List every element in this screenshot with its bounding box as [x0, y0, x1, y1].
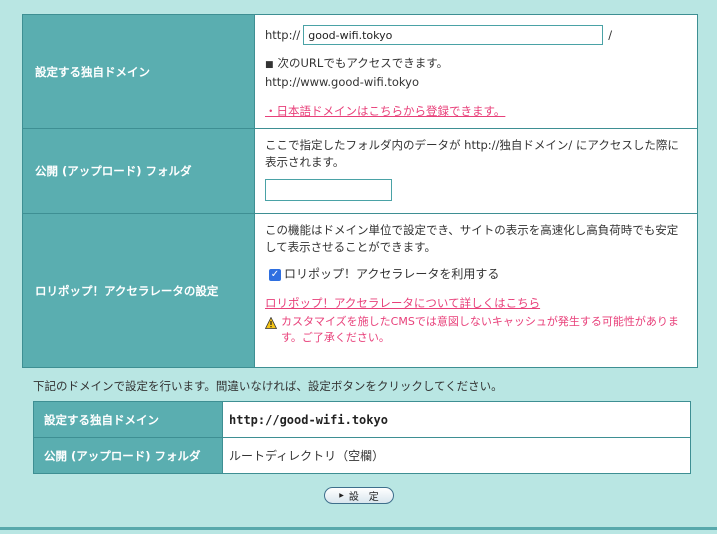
access-url: http://www.good-wifi.tokyo — [265, 75, 420, 89]
confirm-domain-value: http://good-wifi.tokyo — [222, 401, 691, 438]
warning-text: カスタマイズを施したCMSでは意図しないキャッシュが発生する可能性があります。ご… — [281, 315, 679, 344]
domain-prefix: http:// — [265, 27, 301, 42]
square-bullet-icon: ■ — [265, 60, 274, 70]
accelerator-cell: この機能はドメイン単位で設定でき、サイトの表示を高速化し高負荷時でも安定して表示… — [254, 213, 698, 368]
folder-cell: ここで指定したフォルダ内のデータが http://独自ドメイン/ にアクセスした… — [254, 128, 698, 214]
set-button[interactable]: ▶ 設 定 — [324, 487, 394, 504]
domain-suffix: / — [608, 27, 613, 42]
folder-description: ここで指定したフォルダ内のデータが http://独自ドメイン/ にアクセスした… — [265, 138, 679, 169]
folder-row: 公開 (アップロード) フォルダ ここで指定したフォルダ内のデータが http:… — [22, 128, 698, 214]
folder-label: 公開 (アップロード) フォルダ — [22, 128, 255, 214]
accelerator-checkbox-label[interactable]: ロリポップ！アクセラレータを利用する — [284, 266, 499, 283]
confirm-domain-label: 設定する独自ドメイン — [33, 401, 223, 438]
confirm-folder-row: 公開 (アップロード) フォルダ ルートディレクトリ（空欄） — [33, 437, 691, 474]
accelerator-description: この機能はドメイン単位で設定でき、サイトの表示を高速化し高負荷時でも安定して表示… — [265, 223, 679, 254]
confirm-domain-row: 設定する独自ドメイン http://good-wifi.tokyo — [33, 401, 691, 438]
accelerator-label: ロリポップ！アクセラレータの設定 — [22, 213, 255, 368]
accelerator-checkbox-line[interactable]: ✓ ロリポップ！アクセラレータを利用する — [265, 266, 687, 283]
domain-input[interactable] — [303, 25, 604, 45]
domain-input-line: http:// / — [265, 23, 687, 47]
domain-row: 設定する独自ドメイン http:// / ■次のURLでもアクセスできます。 h… — [22, 14, 698, 129]
japanese-domain-link[interactable]: ・日本語ドメインはこちらから登録できます。 — [265, 104, 505, 118]
accelerator-details-link[interactable]: ロリポップ！アクセラレータについて詳しくはこちら — [265, 296, 540, 310]
domain-label: 設定する独自ドメイン — [22, 14, 255, 129]
domain-cell: http:// / ■次のURLでもアクセスできます。 http://www.g… — [254, 14, 698, 129]
accelerator-row: ロリポップ！アクセラレータの設定 この機能はドメイン単位で設定でき、サイトの表示… — [22, 213, 698, 368]
accelerator-warning: カスタマイズを施したCMSでは意図しないキャッシュが発生する可能性があります。ご… — [265, 314, 687, 346]
warning-icon — [265, 317, 277, 329]
bottom-divider — [0, 527, 717, 530]
triangle-right-icon: ▶ — [339, 492, 344, 499]
domain-settings-table: 設定する独自ドメイン http:// / ■次のURLでもアクセスできます。 h… — [22, 14, 698, 368]
accelerator-checkbox[interactable]: ✓ — [269, 268, 281, 281]
set-button-label[interactable]: 設 定 — [349, 488, 379, 503]
confirm-notice: 下記のドメインで設定を行います。間違いなければ、設定ボタンをクリックしてください… — [33, 379, 503, 393]
confirm-folder-label: 公開 (アップロード) フォルダ — [33, 437, 223, 474]
confirm-table: 設定する独自ドメイン http://good-wifi.tokyo 公開 (アッ… — [33, 401, 691, 474]
confirm-folder-value: ルートディレクトリ（空欄） — [222, 437, 691, 474]
access-note: ■ 次のURLでもアクセスできます。 — [265, 55, 687, 74]
access-note-text: 次のURLでもアクセスできます。 — [277, 56, 449, 70]
folder-input[interactable] — [265, 179, 392, 201]
